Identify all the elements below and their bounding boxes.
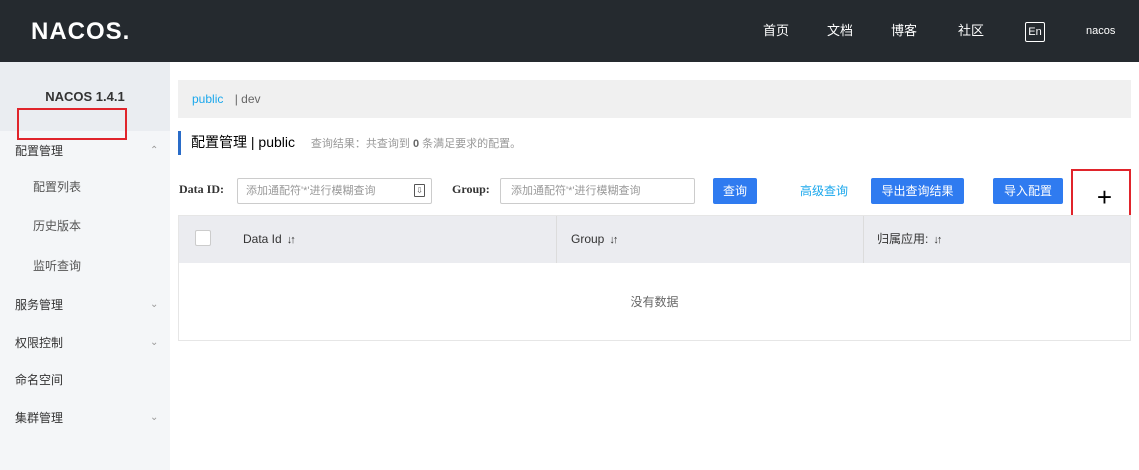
dataid-placeholder: 添加通配符'*'进行模糊查询 (246, 185, 376, 197)
keyboard-icon: ⇩ (414, 184, 425, 197)
query-button[interactable]: 查询 (713, 178, 757, 204)
sidebar-item-listener-query[interactable]: 监听查询 (0, 251, 170, 281)
sidebar-item-label: 集群管理 (15, 411, 64, 425)
breadcrumb: public | dev (178, 80, 1131, 118)
dataid-label: Data ID: (179, 182, 224, 196)
query-result-text: 查询结果：共查询到 0 条满足要求的配置。 (310, 138, 522, 150)
sidebar-item-history[interactable]: 历史版本 (0, 211, 170, 241)
user-menu[interactable]: nacos (1086, 0, 1115, 62)
column-divider (556, 216, 557, 263)
namespace-public-link[interactable]: public (192, 92, 223, 106)
chevron-down-icon: ⌄ (150, 337, 159, 348)
sidebar-item-label: 监听查询 (33, 259, 82, 273)
chevron-down-icon: ⌄ (150, 412, 159, 423)
column-divider (863, 216, 864, 263)
select-all-checkbox[interactable] (195, 230, 211, 246)
sort-icon[interactable]: ↓↑ (609, 234, 618, 246)
column-header-dataid[interactable]: Data Id ↓↑ (243, 216, 296, 263)
namespace-dev-link[interactable]: | dev (235, 92, 261, 106)
sidebar-item-config-management[interactable]: 配置管理 ⌃ (0, 136, 170, 166)
nav-home[interactable]: 首页 (763, 0, 789, 62)
chevron-up-icon: ⌃ (150, 145, 159, 156)
highlight-box-config-list (17, 108, 127, 140)
nav-docs[interactable]: 文档 (827, 0, 853, 62)
export-results-button[interactable]: 导出查询结果 (871, 178, 964, 204)
column-header-group[interactable]: Group ↓↑ (571, 216, 618, 263)
sidebar-item-permission-control[interactable]: 权限控制 ⌄ (0, 328, 170, 358)
chevron-down-icon: ⌄ (150, 299, 159, 310)
sidebar-item-label: 命名空间 (15, 373, 64, 387)
page-title-text: 配置管理 | public (191, 134, 295, 150)
config-table: Data Id ↓↑ Group ↓↑ 归属应用: ↓↑ 没有数据 (178, 215, 1131, 341)
sidebar-item-namespace[interactable]: 命名空间 (0, 365, 170, 395)
column-header-app[interactable]: 归属应用: ↓↑ (877, 216, 942, 263)
empty-state-text: 没有数据 (630, 295, 679, 309)
table-header: Data Id ↓↑ Group ↓↑ 归属应用: ↓↑ (179, 216, 1130, 263)
nacos-logo[interactable]: NACOS. (31, 19, 130, 45)
sidebar-item-label: 配置管理 (15, 144, 64, 158)
nav-community[interactable]: 社区 (958, 0, 984, 62)
advanced-query-link[interactable]: 高级查询 (800, 178, 848, 204)
sidebar-item-service-management[interactable]: 服务管理 ⌄ (0, 290, 170, 320)
sort-icon[interactable]: ↓↑ (933, 234, 942, 246)
sidebar-item-config-list[interactable]: 配置列表 (0, 172, 170, 202)
language-switch[interactable]: En (1025, 22, 1045, 42)
group-label: Group: (452, 182, 490, 196)
group-placeholder: 添加通配符'*'进行模糊查询 (511, 185, 641, 197)
import-config-button[interactable]: 导入配置 (993, 178, 1063, 204)
top-header: NACOS. 首页 文档 博客 社区 En nacos (0, 0, 1139, 62)
nav-blog[interactable]: 博客 (891, 0, 917, 62)
sort-icon[interactable]: ↓↑ (287, 234, 296, 246)
sidebar-item-label: 服务管理 (15, 298, 64, 312)
page-title: 配置管理 | public 查询结果：共查询到 0 条满足要求的配置。 (178, 131, 521, 155)
sidebar-item-label: 权限控制 (15, 336, 64, 350)
sidebar-item-label: 配置列表 (33, 180, 82, 194)
group-input[interactable]: 添加通配符'*'进行模糊查询 (500, 178, 695, 204)
sidebar-item-cluster-management[interactable]: 集群管理 ⌄ (0, 403, 170, 433)
dataid-input[interactable]: 添加通配符'*'进行模糊查询 ⇩ (237, 178, 432, 204)
sidebar-item-label: 历史版本 (33, 219, 82, 233)
